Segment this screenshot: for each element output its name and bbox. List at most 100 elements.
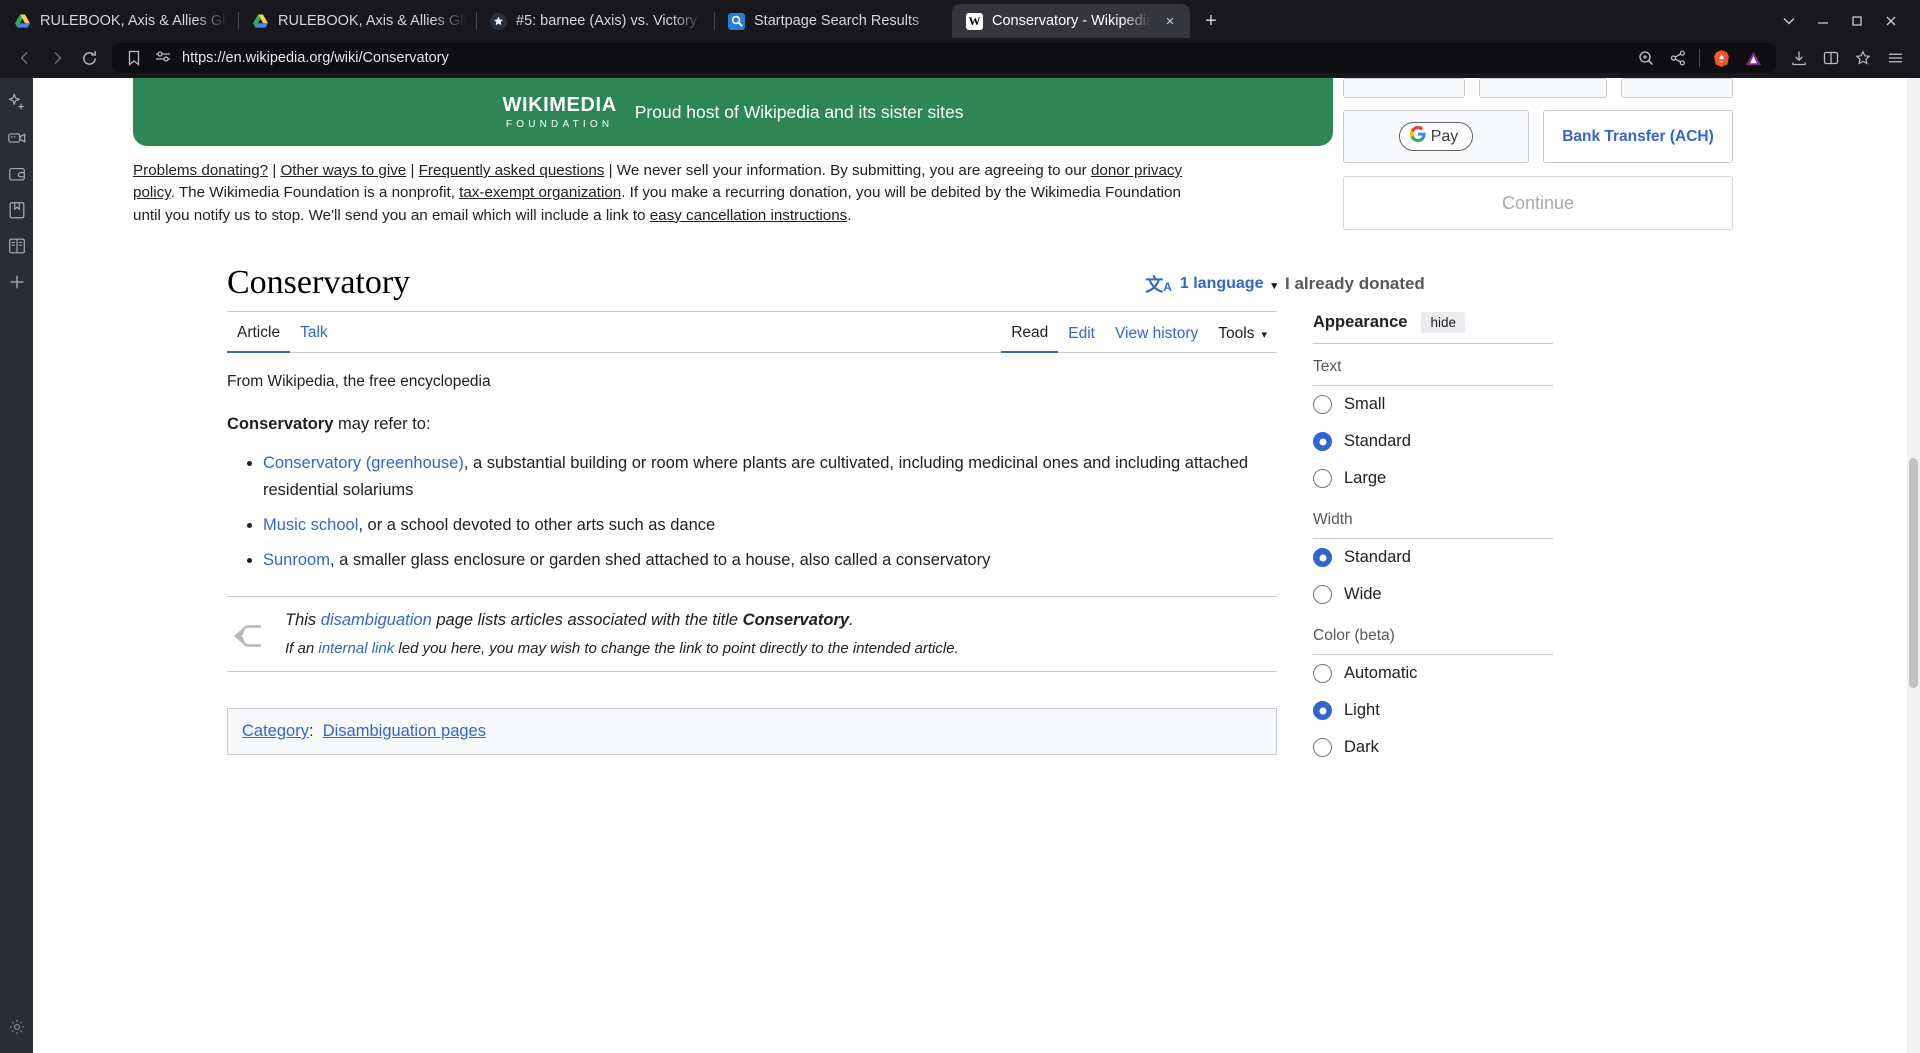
reading-list-icon[interactable]	[5, 234, 29, 258]
option-label: Dark	[1344, 738, 1379, 756]
radio-icon[interactable]	[1313, 395, 1332, 414]
radio-option-text-small[interactable]: Small	[1313, 386, 1553, 423]
tab-read[interactable]: Read	[1001, 314, 1059, 354]
radio-option-width-standard[interactable]: Standard	[1313, 539, 1553, 576]
payment-option-2[interactable]	[1479, 78, 1607, 98]
payment-option-3[interactable]	[1621, 78, 1733, 98]
brave-rewards-icon[interactable]	[1742, 47, 1764, 69]
share-icon[interactable]	[1667, 47, 1689, 69]
article-tabs-row: Article Talk Read Edit View history Tool…	[227, 312, 1277, 354]
category-label-link[interactable]: Category	[242, 722, 309, 740]
zoom-in-icon[interactable]	[1635, 47, 1657, 69]
download-icon[interactable]	[1784, 43, 1814, 73]
settings-icon[interactable]	[5, 1015, 29, 1039]
radio-option-text-standard[interactable]: Standard	[1313, 423, 1553, 460]
browser-tab-4[interactable]: Startpage Search Results	[714, 4, 953, 38]
tab-search-icon[interactable]	[1772, 6, 1806, 36]
leo-ai-icon[interactable]	[5, 90, 29, 114]
option-label: Automatic	[1344, 664, 1418, 682]
minimize-button[interactable]	[1806, 6, 1840, 36]
continue-button[interactable]: Continue	[1343, 176, 1733, 230]
site-settings-icon[interactable]	[153, 48, 173, 68]
tax-exempt-link[interactable]: tax-exempt organization	[459, 184, 621, 201]
faq-link[interactable]: Frequently asked questions	[419, 162, 605, 179]
maximize-button[interactable]	[1840, 6, 1874, 36]
tab-title: Startpage Search Results	[754, 13, 920, 29]
link-disambiguation[interactable]: disambiguation	[321, 611, 432, 629]
close-window-button[interactable]	[1874, 6, 1908, 36]
tab-edit[interactable]: Edit	[1058, 315, 1105, 352]
radio-option-color-automatic[interactable]: Automatic	[1313, 655, 1553, 692]
hamburger-menu-icon[interactable]	[1880, 43, 1910, 73]
forward-icon[interactable]	[42, 43, 72, 73]
disambiguation-text: This disambiguation page lists articles …	[285, 611, 959, 657]
link-conservatory-greenhouse[interactable]: Conservatory (greenhouse)	[263, 454, 464, 472]
link-internal-link[interactable]: internal link	[318, 640, 394, 657]
list-item: Music school, or a school devoted to oth…	[263, 512, 1277, 539]
address-bar-actions	[1635, 47, 1764, 69]
language-selector-button[interactable]: 文A 1 language ▾	[1145, 271, 1277, 301]
radio-icon[interactable]	[1313, 738, 1332, 757]
radio-icon[interactable]	[1313, 469, 1332, 488]
new-tab-button[interactable]: +	[1196, 6, 1226, 36]
t1: This	[285, 610, 321, 629]
appearance-group-label-text: Text	[1313, 344, 1553, 386]
browser-tab-2[interactable]: RULEBOOK, Axis & Allies Glo	[238, 4, 477, 38]
payment-option-1[interactable]	[1343, 78, 1465, 98]
radio-icon[interactable]	[1313, 664, 1332, 683]
already-donated-link[interactable]: I already donated	[1285, 274, 1425, 294]
payment-options-row-2: Pay Bank Transfer (ACH)	[1333, 110, 1920, 163]
category-value-link[interactable]: Disambiguation pages	[323, 722, 486, 740]
radio-option-color-light[interactable]: Light	[1313, 692, 1553, 729]
bank-transfer-button[interactable]: Bank Transfer (ACH)	[1543, 110, 1733, 163]
brave-lion-icon[interactable]	[1710, 47, 1732, 69]
scrollbar-thumb[interactable]	[1909, 458, 1918, 688]
bookmark-star-icon[interactable]	[1848, 43, 1878, 73]
tools-dropdown[interactable]: Tools ▾	[1208, 315, 1277, 352]
add-icon[interactable]	[5, 270, 29, 294]
problems-donating-link[interactable]: Problems donating?	[133, 162, 268, 179]
google-pay-pill: Pay	[1398, 122, 1474, 151]
wikimedia-logo: WIKIMEDIA FOUNDATION	[502, 95, 616, 130]
link-sunroom[interactable]: Sunroom	[263, 551, 330, 569]
radio-icon[interactable]	[1313, 585, 1332, 604]
bookmark-icon[interactable]	[124, 48, 144, 68]
bank-transfer-label: Bank Transfer (ACH)	[1562, 127, 1714, 145]
reload-icon[interactable]	[74, 43, 104, 73]
radio-icon-selected[interactable]	[1313, 432, 1332, 451]
wallet-icon[interactable]	[5, 162, 29, 186]
radio-option-width-wide[interactable]: Wide	[1313, 576, 1553, 613]
intro-paragraph: Conservatory may refer to:	[227, 415, 1277, 434]
t3-bold: Conservatory	[742, 610, 850, 629]
browser-tab-3[interactable]: #5: barnee (Axis) vs. Victory	[476, 4, 715, 38]
radio-option-text-large[interactable]: Large	[1313, 460, 1553, 497]
radio-icon-selected[interactable]	[1313, 548, 1332, 567]
tab-article[interactable]: Article	[227, 314, 291, 354]
notice-line-2: If an internal link led you here, you ma…	[285, 640, 959, 657]
link-music-school[interactable]: Music school	[263, 516, 358, 534]
appearance-hide-button[interactable]: hide	[1421, 312, 1465, 333]
bookmarks-icon[interactable]	[5, 198, 29, 222]
back-icon[interactable]	[10, 43, 40, 73]
language-count-label: 1 language	[1179, 275, 1264, 293]
tab-title: RULEBOOK, Axis & Allies Glo	[278, 13, 466, 29]
browser-tab-1[interactable]: RULEBOOK, Axis & Allies Glo	[0, 4, 239, 38]
disambiguation-icon	[227, 611, 267, 649]
browser-tab-5-active[interactable]: W Conservatory - Wikipedia ×	[952, 4, 1190, 38]
radio-option-color-dark[interactable]: Dark	[1313, 729, 1553, 766]
tab-talk[interactable]: Talk	[290, 314, 338, 352]
radio-icon-selected[interactable]	[1313, 701, 1332, 720]
video-call-icon[interactable]	[5, 126, 29, 150]
close-icon[interactable]: ×	[1160, 11, 1180, 31]
page-scrollbar[interactable]	[1907, 78, 1920, 1053]
url-text: https://en.wikipedia.org/wiki/Conservato…	[182, 50, 449, 66]
address-bar[interactable]: https://en.wikipedia.org/wiki/Conservato…	[112, 43, 1776, 73]
logo-line-2: FOUNDATION	[505, 118, 614, 130]
tab-view-history[interactable]: View history	[1105, 315, 1208, 352]
other-ways-to-give-link[interactable]: Other ways to give	[280, 162, 406, 179]
google-pay-button[interactable]: Pay	[1343, 110, 1529, 163]
navigation-toolbar: https://en.wikipedia.org/wiki/Conservato…	[0, 38, 1920, 78]
split-view-icon[interactable]	[1816, 43, 1846, 73]
cancellation-instructions-link[interactable]: easy cancellation instructions	[650, 207, 848, 224]
item-text: , or a school devoted to other arts such…	[358, 516, 716, 535]
